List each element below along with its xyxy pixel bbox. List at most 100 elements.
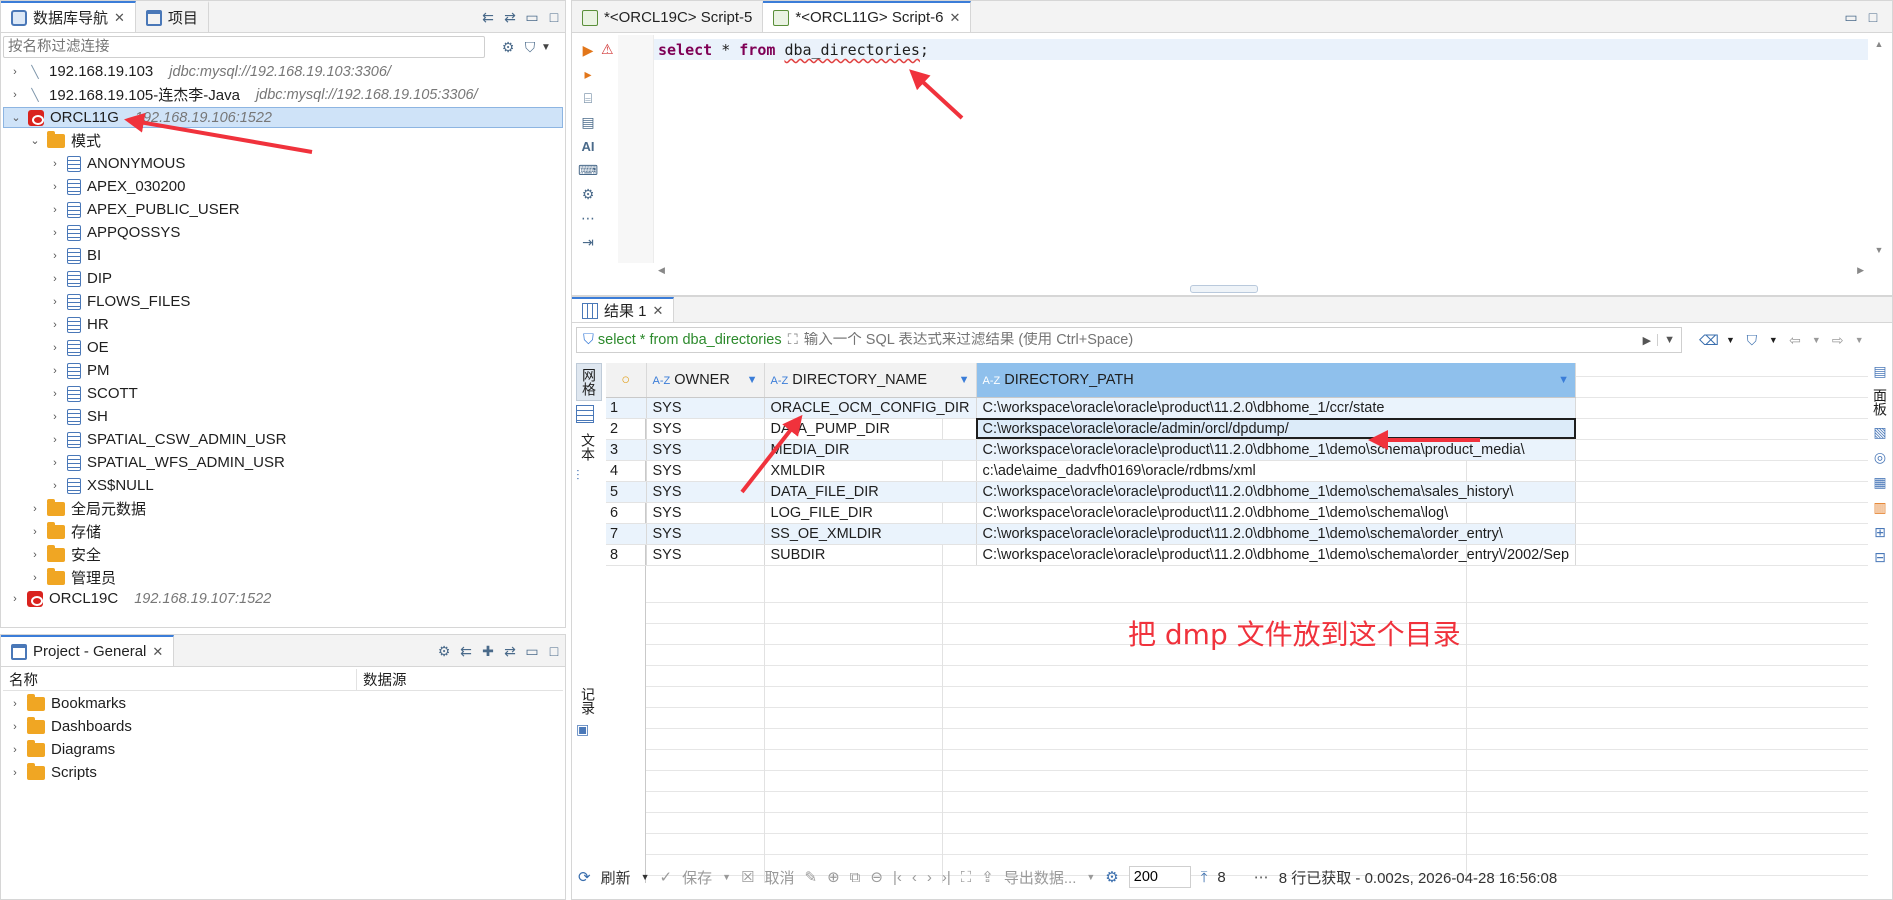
table-cell[interactable]: ORACLE_OCM_CONFIG_DIR (764, 397, 977, 419)
table-cell[interactable]: C:\workspace\oracle\oracle\product\11.2.… (976, 439, 1577, 461)
tree-schema-item[interactable]: › SH (49, 407, 108, 426)
tree-schema-item[interactable]: › FLOWS_FILES (49, 292, 190, 311)
side-tab-log[interactable]: 记录 (576, 685, 600, 717)
filter-history-icon[interactable]: ▼ (1657, 334, 1681, 346)
column-header-owner[interactable]: A-Z OWNER ▼ (646, 363, 765, 398)
table-cell[interactable]: 2 (606, 418, 647, 440)
tree-schemas-folder[interactable]: ⌄ 模式 (29, 130, 101, 150)
tree-schema-item[interactable]: › SCOTT (49, 384, 138, 403)
project-item[interactable]: › Bookmarks (9, 693, 126, 713)
maximize-icon[interactable]: □ (543, 6, 565, 28)
tree-schema-item[interactable]: › BI (49, 246, 101, 265)
column-header-name[interactable]: 名称 (3, 669, 357, 690)
chevron-right-icon[interactable]: › (9, 698, 21, 710)
row-count-icon[interactable]: ⤒ (1201, 869, 1208, 886)
table-cell[interactable]: C:\workspace\oracle\oracle\product\11.2.… (976, 397, 1577, 419)
edit-row-icon[interactable]: ✎ (805, 868, 818, 886)
chevron-right-icon[interactable]: › (49, 227, 61, 239)
table-cell[interactable]: SYS (646, 460, 765, 482)
chevron-right-icon[interactable]: › (49, 388, 61, 400)
table-cell[interactable]: C:\workspace\oracle\oracle/admin/orcl/dp… (976, 418, 1577, 440)
chevron-right-icon[interactable]: › (49, 250, 61, 262)
table-row[interactable]: 8 SYS SUBDIR C:\workspace\oracle\oracle\pro… (606, 544, 1577, 566)
tab-results-1[interactable]: 结果 1 ✕ (572, 297, 675, 322)
horizontal-scrollbar[interactable]: ◀ ▶ (654, 265, 1868, 279)
chevron-down-icon[interactable]: ▼ (1855, 335, 1864, 345)
minimize-icon[interactable]: ▭ (521, 640, 543, 662)
tree-schema-item[interactable]: › APEX_030200 (49, 177, 185, 196)
chevron-right-icon[interactable]: › (9, 744, 21, 756)
next-page-icon[interactable]: › (927, 869, 932, 886)
chevron-right-icon[interactable]: › (49, 273, 61, 285)
gear-icon[interactable]: ⚙ (433, 640, 455, 662)
side-tab-grid[interactable]: 网格 (576, 363, 602, 401)
export-icon[interactable]: ⇥ (577, 231, 599, 253)
chevron-right-icon[interactable]: › (49, 342, 61, 354)
table-row[interactable]: 5 SYS DATA_FILE_DIR C:\workspace\oracle\ora… (606, 481, 1577, 503)
chevron-right-icon[interactable]: › (9, 593, 21, 605)
chevron-right-icon[interactable]: › (49, 296, 61, 308)
project-item[interactable]: › Diagrams (9, 739, 115, 759)
filter-icon[interactable]: ⛉ (1741, 329, 1763, 351)
chevron-right-icon[interactable]: › (49, 158, 61, 170)
tab-project-general[interactable]: Project - General ✕ (1, 635, 175, 666)
tab-script-5[interactable]: *<ORCL19C> Script-5 (572, 1, 764, 32)
chevron-down-icon[interactable]: ▼ (959, 374, 970, 386)
table-cell[interactable]: C:\workspace\oracle\oracle\product\11.2.… (976, 523, 1577, 545)
chevron-right-icon[interactable]: › (29, 503, 41, 515)
tree-connection-2[interactable]: › ╲ 192.168.19.105-连杰李-Java jdbc:mysql:/… (9, 85, 477, 105)
panel-icon[interactable]: ▤ (1873, 363, 1886, 380)
tree-schema-item[interactable]: › OE (49, 338, 109, 357)
table-row[interactable]: 7 SYS SS_OE_XMLDIR C:\workspace\oracle\orac… (606, 523, 1577, 545)
table-row[interactable]: 6 SYS LOG_FILE_DIR C:\workspace\oracle\orac… (606, 502, 1577, 524)
column-header-source[interactable]: 数据源 (357, 669, 407, 690)
chevron-right-icon[interactable]: › (49, 365, 61, 377)
chevron-right-icon[interactable]: › (49, 411, 61, 423)
table-cell[interactable]: SYS (646, 418, 765, 440)
table-row[interactable]: 4 SYS XMLDIR c:\ade\aime_dadvfh0169\oracle/… (606, 460, 1577, 482)
chevron-right-icon[interactable]: › (49, 457, 61, 469)
minimize-icon[interactable]: ▭ (521, 6, 543, 28)
tree-schema-item[interactable]: › DIP (49, 269, 112, 288)
forward-icon[interactable]: ⇨ (1827, 329, 1849, 351)
project-item[interactable]: › Scripts (9, 762, 97, 782)
chevron-down-icon[interactable]: ⌄ (10, 111, 22, 124)
tree-connection-orcl11g[interactable]: ⌄ ORCL11G 192.168.19.106:1522 (3, 107, 563, 128)
tree-schema-item[interactable]: › ANONYMOUS (49, 154, 185, 173)
table-cell[interactable]: SYS (646, 439, 765, 461)
chevron-down-icon[interactable]: ▼ (1726, 335, 1735, 345)
chevron-right-icon[interactable]: › (49, 434, 61, 446)
collapse-icon[interactable]: ⇇ (455, 640, 477, 662)
chart-icon[interactable]: ▧ (1873, 424, 1886, 441)
chevron-down-icon[interactable]: ▼ (747, 374, 758, 386)
ai-icon[interactable]: AI (577, 135, 599, 157)
tree-schema-item[interactable]: › HR (49, 315, 109, 334)
properties-icon[interactable]: ▥ (1873, 499, 1886, 516)
table-cell[interactable]: SYS (646, 544, 765, 566)
table-cell[interactable]: DATA_FILE_DIR (764, 481, 977, 503)
layout-icon[interactable]: ⊞ (1874, 524, 1886, 541)
tree-folder-item[interactable]: › 存储 (29, 521, 101, 541)
chevron-right-icon[interactable]: › (9, 721, 21, 733)
table-row[interactable]: 1 SYS ORACLE_OCM_CONFIG_DIR C:\workspace\or… (606, 397, 1577, 419)
maximize-icon[interactable]: □ (543, 640, 565, 662)
chevron-right-icon[interactable]: › (29, 549, 41, 561)
tree-schema-item[interactable]: › XS$NULL (49, 476, 154, 495)
table-cell[interactable]: SYS (646, 481, 765, 503)
table-cell[interactable]: 4 (606, 460, 647, 482)
collapse-all-icon[interactable]: ⇇ (477, 6, 499, 28)
last-page-icon[interactable]: ›| (942, 869, 951, 886)
tree-folder-item[interactable]: › 安全 (29, 544, 101, 564)
back-icon[interactable]: ⇦ (1784, 329, 1806, 351)
palette-icon[interactable]: ◎ (1874, 449, 1886, 466)
table-row[interactable]: 2 SYS DATA_PUMP_DIR C:\workspace\oracle\ora… (606, 418, 1577, 440)
table-cell[interactable]: XMLDIR (764, 460, 977, 482)
chevron-down-icon[interactable]: ▼ (1769, 335, 1778, 345)
more-icon[interactable]: ⋯ (1254, 868, 1269, 886)
table-cell[interactable]: 1 (606, 397, 647, 419)
table-cell[interactable]: MEDIA_DIR (764, 439, 977, 461)
first-page-icon[interactable]: |‹ (893, 869, 902, 886)
execute-script-icon[interactable]: ▸ (577, 63, 599, 85)
table-cell[interactable]: SYS (646, 523, 765, 545)
log-icon[interactable]: ▣ (576, 721, 589, 738)
